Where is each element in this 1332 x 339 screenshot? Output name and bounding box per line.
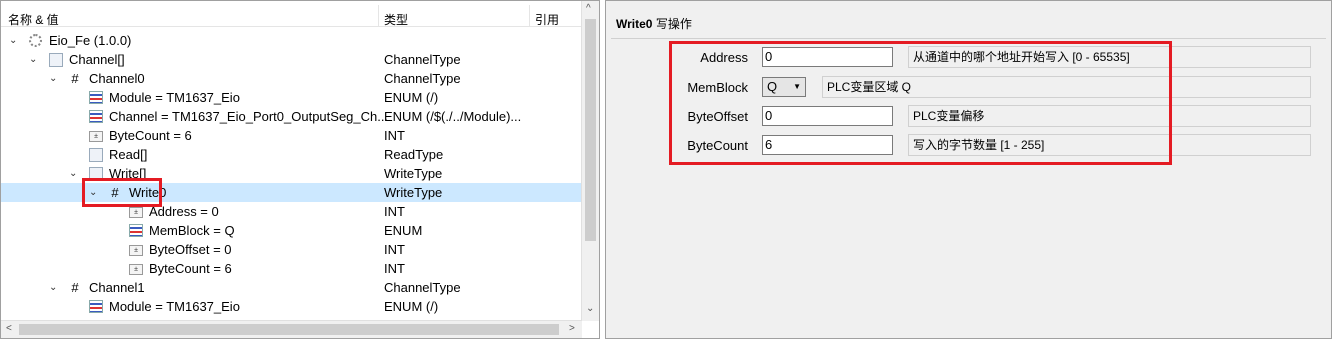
vertical-scrollbar[interactable]: ^ ⌄ xyxy=(581,1,599,321)
tree-row-label: Read[] xyxy=(109,147,148,162)
panel-title-desc: 写操作 xyxy=(655,17,692,31)
enum-icon xyxy=(89,300,103,313)
parameter-panel: Write0 写操作 Address 0 从通道中的哪个地址开始写入 [0 - … xyxy=(605,0,1332,339)
panel-title-name: Write0 xyxy=(616,17,653,31)
tree-row-channel1[interactable]: ⌄ # Channel1 ChannelType xyxy=(1,278,581,297)
tree-row-label: Module = TM1637_Eio xyxy=(109,90,240,105)
tree-row-type: INT xyxy=(384,128,405,143)
chevron-down-icon[interactable]: ⌄ xyxy=(49,278,61,297)
chevron-down-icon[interactable]: ⌄ xyxy=(9,31,21,50)
chevron-down-icon[interactable]: ⌄ xyxy=(29,50,41,69)
tree-row-type: WriteType xyxy=(384,166,443,181)
tree-row-label: Channel = TM1637_Eio_Port0_OutputSeg_Ch.… xyxy=(109,109,389,124)
tree-row-type: ENUM (/) xyxy=(384,299,439,314)
highlight-box-params xyxy=(669,41,1172,165)
tree-row-bytecount-write[interactable]: ± ByteCount = 6 INT xyxy=(1,259,581,278)
enum-icon xyxy=(89,110,103,123)
tree-row-type: ENUM (/$(./../Module)... xyxy=(384,109,522,124)
tree-row-module[interactable]: Module = TM1637_Eio ENUM (/) xyxy=(1,88,581,107)
tree-row-type: WriteType xyxy=(384,185,443,200)
tree-row-label: Eio_Fe (1.0.0) xyxy=(49,33,132,48)
tree-row-label: Channel0 xyxy=(89,71,145,86)
tree-row-eio-fe[interactable]: ⌄ Eio_Fe (1.0.0) xyxy=(1,31,581,50)
tree-row-label: Channel1 xyxy=(89,280,145,295)
column-separator[interactable] xyxy=(378,5,379,26)
tree-row-label: Module = TM1637_Eio xyxy=(109,299,240,314)
tree-row-type: INT xyxy=(384,242,405,257)
header-ref[interactable]: 引用 xyxy=(535,11,559,28)
horizontal-scrollbar[interactable]: < > xyxy=(1,320,582,338)
tree-row-read[interactable]: Read[] ReadType xyxy=(1,145,581,164)
int-icon: ± xyxy=(129,245,143,256)
tree-row-memblock[interactable]: MemBlock = Q ENUM xyxy=(1,221,581,240)
gear-icon xyxy=(29,34,42,47)
tree-row-bytecount[interactable]: ± ByteCount = 6 INT xyxy=(1,126,581,145)
chevron-down-icon[interactable]: ⌄ xyxy=(49,69,61,88)
int-icon: ± xyxy=(129,207,143,218)
enum-icon xyxy=(129,224,143,237)
tree-row-label: ByteOffset = 0 xyxy=(149,242,232,257)
tree-row-channel-array[interactable]: ⌄ Channel[] ChannelType xyxy=(1,50,581,69)
tree-row-type: INT xyxy=(384,261,405,276)
tree-row-type: ChannelType xyxy=(384,52,461,67)
tree-header: 名称 & 值 类型 引用 xyxy=(1,1,581,27)
tree-view-panel: 名称 & 值 类型 引用 ⌄ Eio_Fe (1.0.0) ⌄ Channel[… xyxy=(0,0,600,339)
array-icon xyxy=(49,53,63,67)
chevron-down-icon[interactable]: ⌄ xyxy=(69,164,81,183)
scroll-up-icon[interactable]: ^ xyxy=(586,3,591,14)
struct-hash-icon: # xyxy=(71,280,79,295)
divider xyxy=(611,38,1326,39)
tree-row-label: Channel[] xyxy=(69,52,125,67)
tree-row-type: ENUM (/) xyxy=(384,90,439,105)
header-type[interactable]: 类型 xyxy=(384,11,408,28)
tree-row-type: ReadType xyxy=(384,147,444,162)
array-icon xyxy=(89,148,103,162)
tree-row-type: ChannelType xyxy=(384,71,461,86)
scroll-right-icon[interactable]: > xyxy=(569,323,575,334)
horizontal-scroll-thumb[interactable] xyxy=(19,324,559,335)
tree-row-label: ByteCount = 6 xyxy=(109,128,192,143)
struct-hash-icon: # xyxy=(71,71,79,86)
column-separator[interactable] xyxy=(529,5,530,26)
int-icon: ± xyxy=(129,264,143,275)
tree-row-type: ChannelType xyxy=(384,280,461,295)
tree-row-label: ByteCount = 6 xyxy=(149,261,232,276)
tree-row-type: ENUM xyxy=(384,223,423,238)
tree-row-byteoffset[interactable]: ± ByteOffset = 0 INT xyxy=(1,240,581,259)
highlight-box-write0 xyxy=(82,178,162,207)
tree-row-channel-enum[interactable]: Channel = TM1637_Eio_Port0_OutputSeg_Ch.… xyxy=(1,107,581,126)
panel-title: Write0 写操作 xyxy=(616,15,692,32)
header-name[interactable]: 名称 & 值 xyxy=(8,11,59,28)
scroll-down-icon[interactable]: ⌄ xyxy=(586,303,594,314)
int-icon: ± xyxy=(89,131,103,142)
scroll-left-icon[interactable]: < xyxy=(6,323,12,334)
tree-row-type: INT xyxy=(384,204,405,219)
tree-row-channel0[interactable]: ⌄ # Channel0 ChannelType xyxy=(1,69,581,88)
tree-row-label: MemBlock = Q xyxy=(149,223,235,238)
vertical-scroll-thumb[interactable] xyxy=(585,19,596,241)
tree-row-module-ch1[interactable]: Module = TM1637_Eio ENUM (/) xyxy=(1,297,581,316)
enum-icon xyxy=(89,91,103,104)
